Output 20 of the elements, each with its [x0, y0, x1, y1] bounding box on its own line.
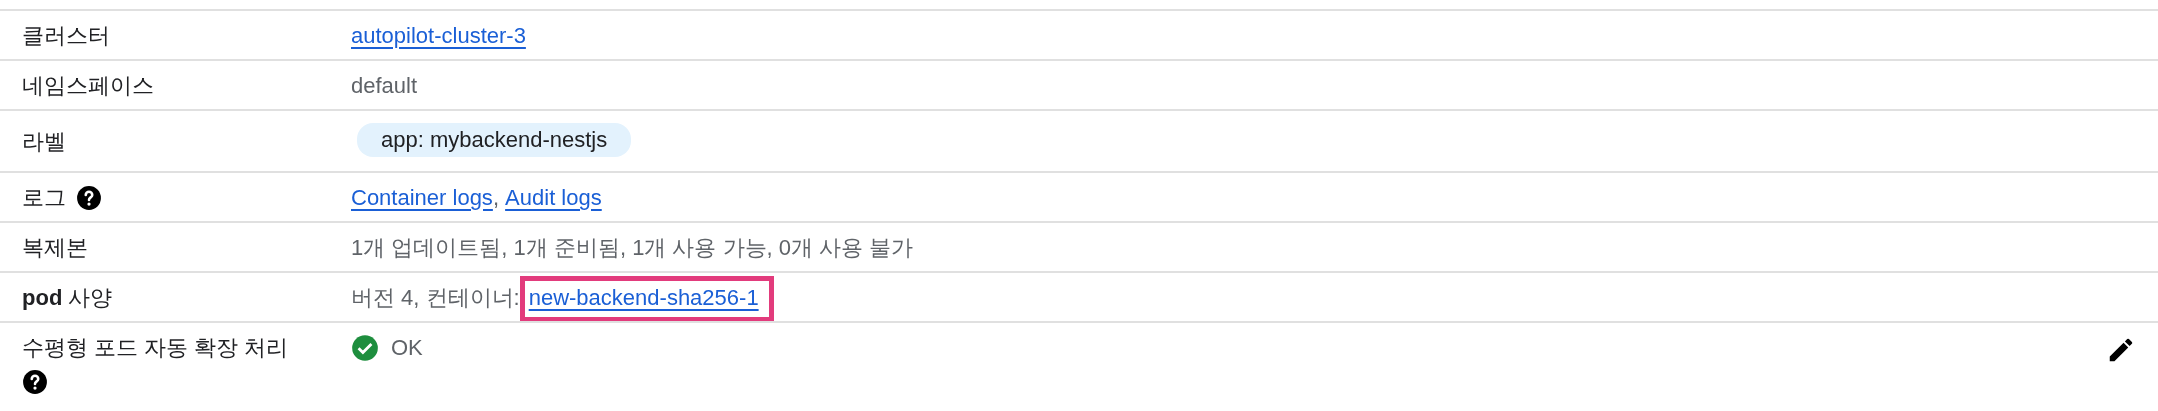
link[interactable]: Audit logs — [505, 183, 602, 213]
field-label: 클러스터 — [22, 22, 110, 50]
field-value: default — [351, 72, 418, 100]
field-value: 버전 4, 컨테이너: — [351, 284, 520, 312]
field-label: 복제본 — [22, 234, 88, 262]
field-label: 로그 — [22, 184, 66, 212]
link[interactable]: Container logs — [351, 183, 493, 213]
field-value: 1개 업데이트됨, 1개 준비됨, 1개 사용 가능, 0개 사용 불가 — [351, 234, 914, 262]
field-label: 네임스페이스 — [22, 72, 154, 100]
label-chip: app: mybackend-nestjs — [357, 123, 632, 157]
link[interactable]: new-backend-sha256-1 — [528, 285, 759, 310]
link[interactable]: autopilot-cluster-3 — [351, 21, 526, 51]
field-label: 수평형 포드 자동 확장 처리 — [22, 334, 289, 362]
help-icon[interactable] — [76, 185, 102, 211]
check-circle-icon — [351, 334, 379, 362]
status-text: OK — [391, 334, 423, 362]
field-value: , — [492, 184, 500, 212]
field-label: 라벨 — [22, 128, 66, 156]
field-label: pod 사양 — [22, 284, 113, 312]
help-icon[interactable] — [22, 369, 48, 395]
